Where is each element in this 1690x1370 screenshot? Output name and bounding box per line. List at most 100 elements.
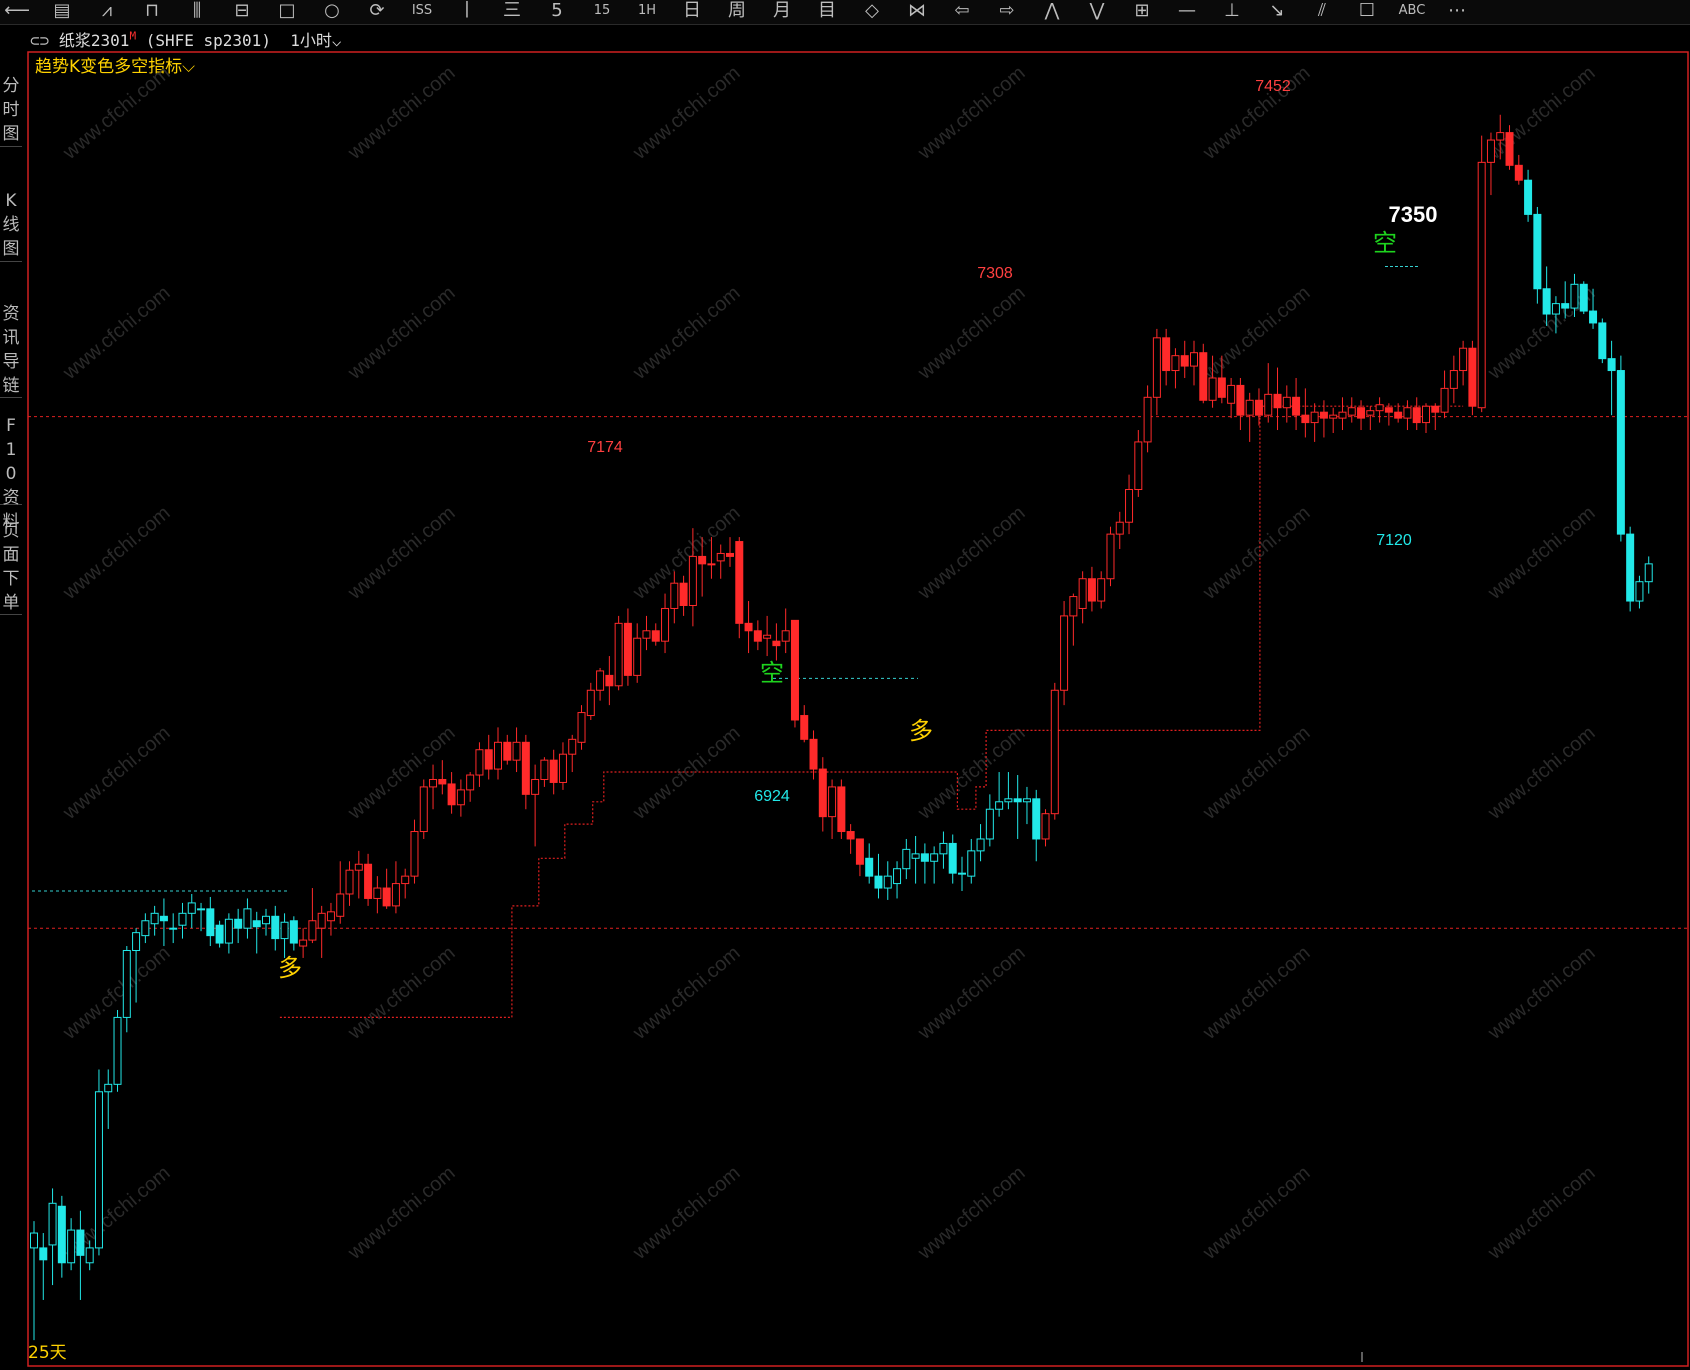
- candle-body: [1319, 411, 1328, 419]
- candle-body: [1486, 139, 1495, 163]
- candle-body: [1644, 563, 1653, 583]
- candle-body: [159, 915, 168, 922]
- candle-body: [577, 712, 586, 743]
- candle-body: [475, 749, 484, 776]
- candle-body: [1459, 347, 1468, 372]
- candle-body: [326, 911, 335, 922]
- candle-body: [1616, 370, 1625, 535]
- candle-body: [920, 853, 929, 862]
- candle-body: [317, 912, 326, 929]
- candle-body: [837, 786, 846, 833]
- candle-body: [345, 869, 354, 895]
- candle-body: [1533, 213, 1542, 290]
- high-price-label: 7308: [977, 265, 1013, 282]
- candle-body: [985, 808, 994, 840]
- candle-body: [828, 786, 837, 818]
- candle-body: [484, 749, 493, 770]
- candle-body: [688, 555, 697, 606]
- candle-body: [800, 715, 809, 740]
- candle-body: [1060, 615, 1069, 691]
- candle-body: [753, 630, 762, 642]
- candle-body: [169, 927, 178, 930]
- candle-body: [596, 670, 605, 691]
- candle-body: [1041, 813, 1050, 840]
- candle-body: [1152, 337, 1161, 398]
- candle-body: [262, 915, 270, 925]
- candle-body: [902, 848, 911, 870]
- candle-body: [30, 1232, 38, 1249]
- watermark-text: www.cfchi.com: [58, 62, 174, 165]
- watermark-text: www.cfchi.com: [343, 1162, 459, 1265]
- candle-body: [1514, 164, 1523, 181]
- watermark-text: www.cfchi.com: [1198, 1162, 1314, 1265]
- candle-body: [790, 619, 799, 721]
- candle-body: [1125, 489, 1134, 523]
- watermark-text: www.cfchi.com: [913, 62, 1029, 165]
- long-signal-label: 多: [278, 955, 302, 982]
- candle-body: [1579, 283, 1588, 312]
- watermark-text: www.cfchi.com: [1483, 722, 1599, 825]
- candle-body: [772, 640, 781, 647]
- candle-body: [1236, 384, 1245, 416]
- candle-body: [623, 622, 632, 676]
- candle-body: [586, 689, 595, 717]
- candle-body: [1208, 377, 1217, 401]
- candle-body: [391, 883, 400, 907]
- candle-body: [744, 622, 753, 632]
- candle-body: [1431, 405, 1440, 413]
- candle-body: [382, 887, 391, 907]
- candle-body: [234, 918, 243, 929]
- candle-body: [911, 853, 920, 859]
- candle-body: [1449, 370, 1458, 389]
- candle-body: [271, 915, 280, 940]
- candle-body: [670, 582, 679, 609]
- candle-body: [85, 1247, 94, 1264]
- candle-body: [132, 932, 141, 951]
- candle-body: [1403, 407, 1412, 419]
- candle-body: [289, 920, 298, 944]
- low-price-label: 6924: [754, 788, 790, 805]
- watermark-text: www.cfchi.com: [343, 282, 459, 385]
- candle-body: [1190, 352, 1198, 367]
- candle-body: [150, 912, 159, 925]
- candle-body: [930, 853, 939, 862]
- watermark-text: www.cfchi.com: [58, 502, 174, 605]
- candle-body: [1301, 414, 1310, 424]
- candle-body: [67, 1229, 76, 1264]
- candle-body: [1338, 411, 1347, 419]
- watermark-text: www.cfchi.com: [913, 1162, 1029, 1265]
- candle-body: [781, 630, 790, 642]
- candle-body: [1412, 407, 1421, 424]
- candle-body: [1394, 411, 1403, 419]
- candle-body: [1022, 798, 1031, 803]
- candle-body: [1162, 337, 1171, 372]
- candle-body: [540, 759, 549, 780]
- candle-body: [531, 778, 540, 795]
- high-price-label: 7452: [1255, 78, 1291, 95]
- candle-body: [874, 875, 883, 889]
- high-price-label: 7174: [587, 439, 623, 456]
- candle-body: [642, 630, 651, 639]
- candle-body: [187, 902, 196, 914]
- candle-body: [206, 908, 215, 937]
- watermark-text: www.cfchi.com: [58, 722, 174, 825]
- candle-body: [57, 1205, 66, 1264]
- candle-body: [48, 1202, 57, 1246]
- candle-body: [716, 552, 725, 562]
- candle-body: [243, 908, 252, 929]
- candle-body: [1115, 521, 1124, 535]
- candle-body: [401, 875, 410, 885]
- candle-body: [308, 920, 317, 941]
- candle-body: [1264, 393, 1273, 416]
- candlestick-chart[interactable]: www.cfchi.com www.cfchi.com www.cfchi.com w…: [0, 0, 1690, 1370]
- candle-body: [1078, 578, 1087, 609]
- candle-body: [1477, 161, 1486, 409]
- candle-body: [364, 863, 373, 899]
- watermark-text: www.cfchi.com: [1483, 1162, 1599, 1265]
- candle-body: [113, 1016, 122, 1085]
- candle-body: [568, 738, 577, 755]
- candle-body: [141, 920, 150, 937]
- candle-body: [651, 630, 660, 642]
- candle-body: [1143, 396, 1152, 443]
- candle-body: [1032, 798, 1041, 840]
